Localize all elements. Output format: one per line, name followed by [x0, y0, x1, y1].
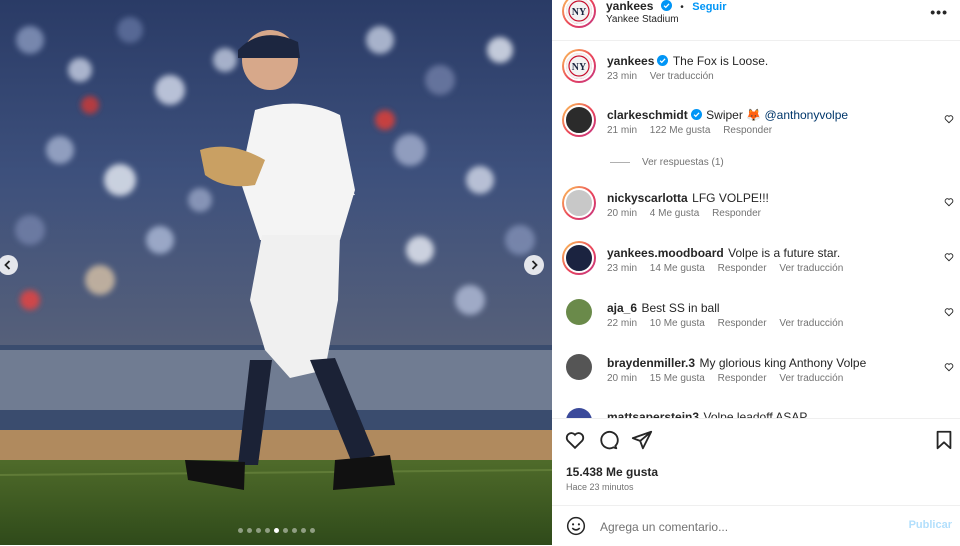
- carousel-dot: [264, 528, 270, 533]
- translate-button[interactable]: Ver traducción: [779, 373, 843, 384]
- chevron-right-icon: [531, 260, 538, 270]
- caption-username[interactable]: yankees: [607, 54, 654, 68]
- translate-button[interactable]: Ver traducción: [779, 318, 843, 329]
- carousel-dot: [291, 528, 297, 533]
- comment-time[interactable]: 22 min: [607, 318, 637, 329]
- post-actions: 15.438 Me gusta Hace 23 minutos: [552, 418, 960, 505]
- comment-avatar[interactable]: [562, 186, 596, 220]
- comment-likes[interactable]: 10 Me gusta: [650, 318, 705, 329]
- comment-likes[interactable]: 4 Me gusta: [650, 208, 699, 219]
- svg-text:NY: NY: [572, 7, 587, 18]
- bookmark-icon[interactable]: [933, 429, 955, 451]
- caption-text: The Fox is Loose.: [672, 54, 769, 68]
- carousel-dot: [273, 528, 279, 533]
- comment-time[interactable]: 20 min: [607, 208, 637, 219]
- likes-count[interactable]: 15.438 Me gusta: [566, 465, 658, 479]
- separator-dot: •: [680, 2, 684, 13]
- like-comment-icon[interactable]: [944, 197, 954, 207]
- comments-list[interactable]: NY yankees The Fox is Loose. 23 min Ver …: [552, 40, 960, 418]
- publish-button[interactable]: Publicar: [909, 519, 952, 531]
- comment-avatar[interactable]: [566, 354, 592, 380]
- like-comment-icon[interactable]: [944, 114, 954, 124]
- like-comment-icon[interactable]: [944, 307, 954, 317]
- view-replies-button[interactable]: Ver respuestas (1): [610, 157, 724, 168]
- comment-username[interactable]: aja_6: [607, 301, 637, 315]
- next-photo-button[interactable]: [524, 255, 544, 275]
- comment-likes[interactable]: 15 Me gusta: [650, 373, 705, 384]
- heart-icon[interactable]: [564, 429, 586, 451]
- verified-badge-icon: [690, 109, 702, 120]
- comment-text: My glorious king Anthony Volpe: [699, 356, 867, 370]
- mention-link[interactable]: @anthonyvolpe: [764, 108, 848, 122]
- carousel-dot: [246, 528, 252, 533]
- more-icon: •••: [930, 4, 948, 20]
- post-location[interactable]: Yankee Stadium: [606, 14, 679, 25]
- comment-username[interactable]: mattsaperstein3: [607, 410, 699, 418]
- carousel-dot: [309, 528, 315, 533]
- svg-text:NY: NY: [572, 62, 587, 73]
- comment-username[interactable]: braydenmiller.3: [607, 356, 695, 370]
- caption-avatar[interactable]: NY: [562, 49, 596, 83]
- reply-button[interactable]: Responder: [718, 318, 767, 329]
- share-icon[interactable]: [631, 429, 653, 451]
- author-username[interactable]: yankees: [606, 0, 653, 13]
- carousel-dot: [282, 528, 288, 533]
- caption-translate[interactable]: Ver traducción: [650, 71, 714, 82]
- comment-text: Volpe leadoff ASAP: [703, 410, 808, 418]
- like-comment-icon[interactable]: [944, 362, 954, 372]
- comment-avatar[interactable]: [566, 299, 592, 325]
- verified-badge-icon: [660, 0, 672, 11]
- comment-time[interactable]: 21 min: [607, 125, 637, 136]
- translate-button[interactable]: Ver traducción: [779, 263, 843, 274]
- comment-composer: Publicar: [552, 505, 960, 546]
- comment-likes[interactable]: 122 Me gusta: [650, 125, 711, 136]
- author-avatar[interactable]: NY: [562, 0, 596, 28]
- chevron-left-icon: [4, 260, 11, 270]
- post-sidebar: NY yankees • Seguir Yankee Stadium ••• N…: [552, 0, 960, 545]
- view-replies-label: Ver respuestas (1): [642, 157, 724, 168]
- carousel-dot: [300, 528, 306, 533]
- comment-time[interactable]: 23 min: [607, 263, 637, 274]
- carousel-dot: [255, 528, 261, 533]
- comment-input[interactable]: [598, 516, 902, 538]
- reply-button[interactable]: Responder: [718, 263, 767, 274]
- comment-avatar[interactable]: [562, 241, 596, 275]
- baseball-player-photo: [0, 0, 552, 545]
- yankees-logo-icon: NY: [566, 0, 592, 24]
- yankees-logo-icon: NY: [566, 53, 592, 79]
- comment-username[interactable]: nickyscarlotta: [607, 191, 688, 205]
- comment-time[interactable]: 20 min: [607, 373, 637, 384]
- post-header: NY yankees • Seguir Yankee Stadium •••: [552, 0, 960, 41]
- post-timestamp[interactable]: Hace 23 minutos: [566, 482, 634, 492]
- replies-line: [610, 162, 630, 163]
- comment-username[interactable]: yankees.moodboard: [607, 246, 724, 260]
- reply-button[interactable]: Responder: [723, 125, 772, 136]
- verified-badge-icon: [657, 55, 669, 66]
- carousel-indicator: [0, 528, 552, 533]
- comment-likes[interactable]: 14 Me gusta: [650, 263, 705, 274]
- reply-button[interactable]: Responder: [712, 208, 761, 219]
- more-options-button[interactable]: •••: [930, 4, 948, 20]
- comment-text: Swiper 🦊: [706, 108, 765, 122]
- emoji-icon[interactable]: [566, 516, 586, 536]
- comment-text: Volpe is a future star.: [728, 246, 841, 260]
- post-photo[interactable]: [0, 0, 552, 545]
- follow-button[interactable]: Seguir: [692, 1, 726, 13]
- comment-username[interactable]: clarkeschmidt: [607, 108, 688, 122]
- comment-avatar[interactable]: [566, 408, 592, 418]
- comment-avatar[interactable]: [562, 103, 596, 137]
- caption-time[interactable]: 23 min: [607, 71, 637, 82]
- carousel-dot: [237, 528, 243, 533]
- reply-button[interactable]: Responder: [718, 373, 767, 384]
- like-comment-icon[interactable]: [944, 252, 954, 262]
- comment-text: LFG VOLPE!!!: [692, 191, 769, 205]
- comment-text: Best SS in ball: [641, 301, 720, 315]
- comment-icon[interactable]: [597, 429, 619, 451]
